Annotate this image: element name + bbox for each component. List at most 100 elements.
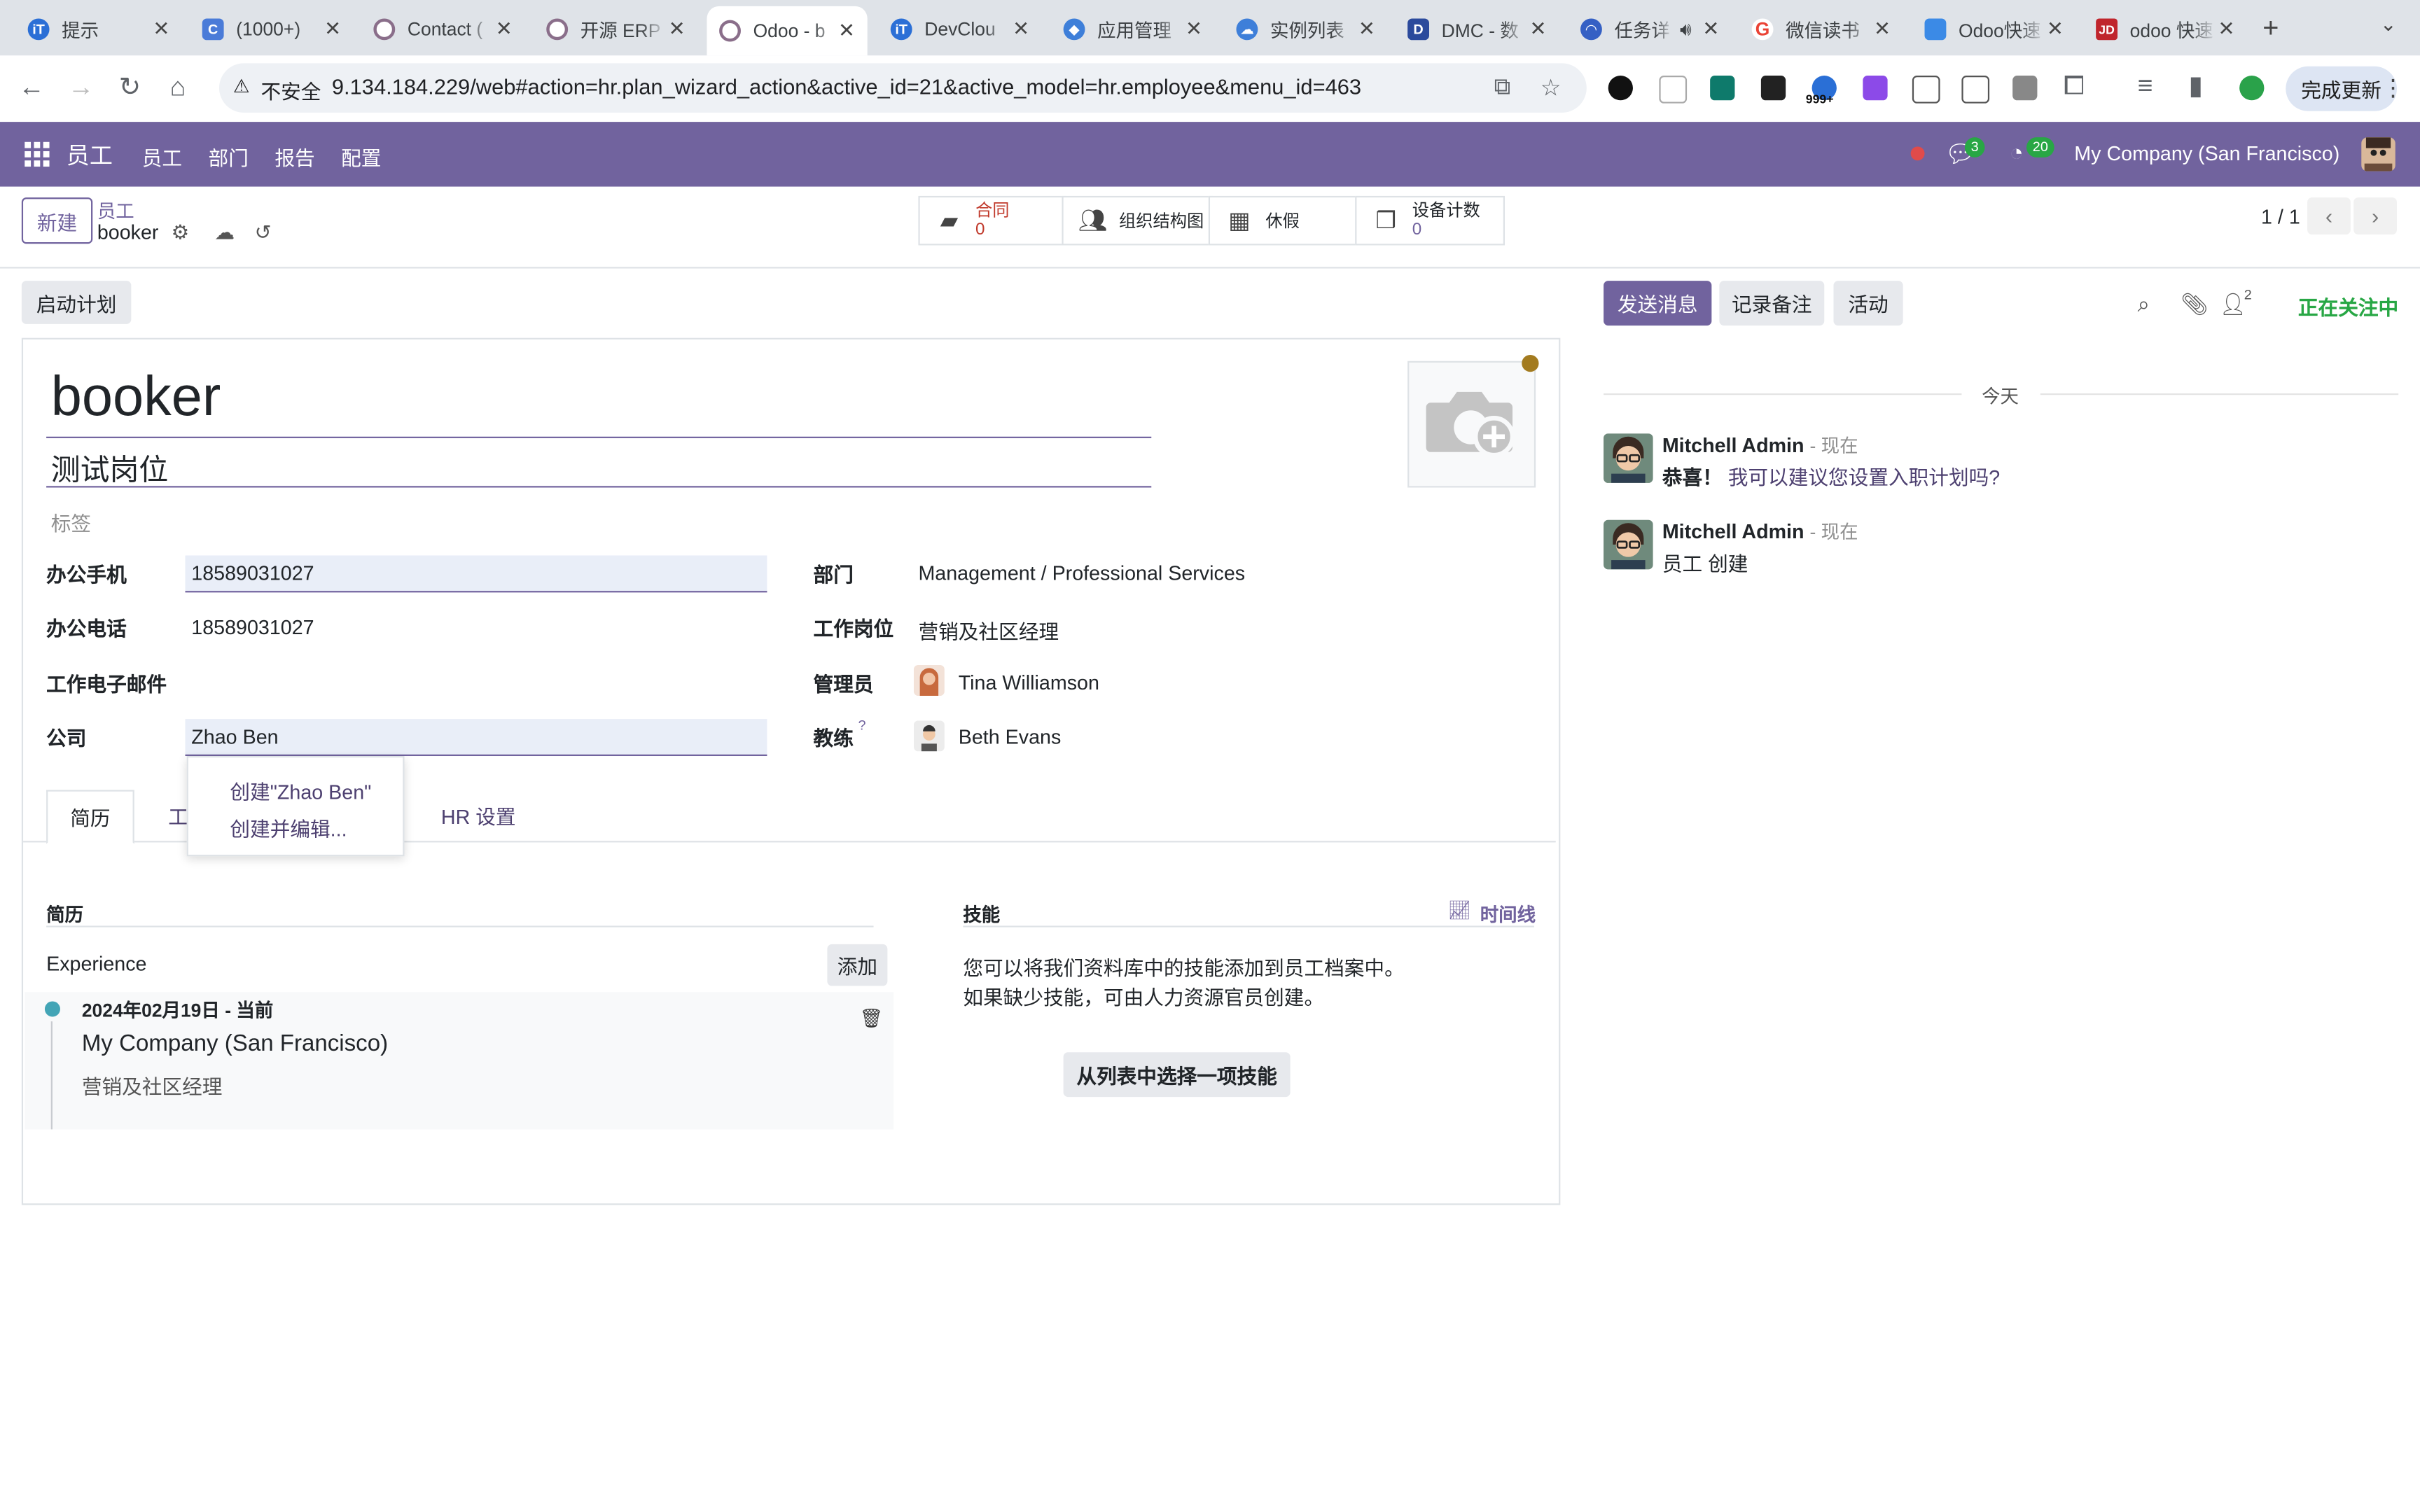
browser-tab[interactable]: G 微信读书 ✕ [1751,9,1891,49]
send-message-button[interactable]: 发送消息 [1604,281,1712,326]
kebab-menu-icon[interactable]: ⋮ [2381,74,2405,102]
address-bar[interactable]: ⚠ 不安全 9.134.184.229/web#action=hr.plan_w… [218,63,1587,113]
message-author-avatar[interactable] [1604,433,1653,483]
extension-reader-icon[interactable] [1912,76,1940,104]
browser-tab[interactable]: Contact ( ✕ [373,9,513,49]
activity-button[interactable]: 活动 [1833,281,1903,326]
browser-tab[interactable]: Odoo快速 ✕ [1924,9,2064,49]
discard-undo-icon[interactable]: ↺ [255,220,272,245]
tab-close-icon[interactable]: ✕ [2218,17,2234,41]
reload-icon[interactable]: ↻ [119,73,141,104]
forward-arrow-icon[interactable]: → [68,73,94,104]
menu-employees[interactable]: 员工 [142,142,182,172]
extension-copy-icon[interactable] [1659,76,1688,104]
tab-search-chevron-icon[interactable]: ⌄ [2380,13,2397,37]
employee-name-input[interactable]: booker [51,364,221,429]
speaker-icon[interactable]: 🔊︎ [1680,18,1692,41]
tab-close-icon[interactable]: ✕ [1874,17,1891,41]
extension-icon[interactable] [1608,76,1633,101]
manager-input[interactable]: Tina Williamson [959,671,1099,694]
smart-button-contracts[interactable]: ▰ 合同 0 [918,195,1067,246]
side-panel-icon[interactable]: ▮ [2188,71,2203,102]
tab-close-icon[interactable]: ✕ [838,18,855,43]
smart-button-org-chart[interactable]: 👥︎ 组织结构图 [1062,195,1214,246]
browser-tab[interactable]: iT DevClou ✕ [890,9,1029,49]
tab-close-icon[interactable]: ✕ [1185,17,1202,41]
tab-close-icon[interactable]: ✕ [669,17,686,41]
browser-tab[interactable]: ☁ 实例列表 ✕ [1236,9,1375,49]
extension-mk-icon[interactable] [1760,76,1786,101]
menu-reporting[interactable]: 报告 [274,142,314,172]
menu-configuration[interactable]: 配置 [341,142,381,172]
tags-field[interactable]: 标签 [51,507,91,537]
url-text[interactable]: 9.134.184.229/web#action=hr.plan_wizard_… [332,74,1361,99]
company-switcher[interactable]: My Company (San Francisco) [2074,142,2339,165]
autocomplete-create-option[interactable]: 创建"Zhao Ben" [230,776,371,806]
smart-button-equipment[interactable]: ❒ 设备计数 0 [1355,195,1505,246]
mobile-phone-input[interactable]: 18589031027 [185,555,767,593]
job-position-input[interactable]: 营销及社区经理 [918,615,1059,645]
tab-close-icon[interactable]: ✕ [1013,17,1029,41]
work-phone-input[interactable]: 18589031027 [191,615,314,638]
pager-value[interactable]: 1 / 1 [2261,205,2300,228]
smart-button-time-off[interactable]: ▦ 休假 [1208,195,1360,246]
back-arrow-icon[interactable]: ← [18,73,44,104]
following-toggle[interactable]: 正在关注中 [2298,292,2398,321]
job-title-input[interactable]: 测试岗位 [51,447,169,489]
log-note-button[interactable]: 记录备注 [1719,281,1825,326]
new-record-button[interactable]: 新建 [21,197,93,244]
tab-hr-settings[interactable]: HR 设置 [428,790,529,841]
browser-tab[interactable]: ◠ 任务详 🔊︎ ✕ [1580,9,1719,49]
tab-resume[interactable]: 简历 [46,790,134,844]
extension-gray-icon[interactable] [2012,76,2038,101]
timeline-toggle[interactable]: 时间线 [1480,901,1536,927]
new-tab-icon[interactable]: + [2262,13,2279,45]
app-brand[interactable]: 员工 [67,139,113,171]
browser-tab-active[interactable]: Odoo - b ✕ [707,6,868,56]
add-resume-line-button[interactable]: 添加 [827,944,888,986]
tab-close-icon[interactable]: ✕ [1702,17,1719,41]
user-avatar[interactable] [2361,137,2395,172]
tab-close-icon[interactable]: ✕ [324,17,341,41]
extension-book-icon[interactable] [1710,76,1735,101]
extension-purple-icon[interactable] [1863,76,1888,101]
browser-tab[interactable]: D DMC - 数 ✕ [1407,9,1547,49]
media-controls-icon[interactable]: ≡ [2138,71,2153,102]
message-author[interactable]: Mitchell Admin - 现在 [1662,519,1858,545]
launch-plan-button[interactable]: 启动计划 [21,281,132,324]
tab-close-icon[interactable]: ✕ [153,17,169,41]
profile-avatar-icon[interactable] [2239,76,2265,101]
not-secure-label[interactable]: 不安全 [260,76,321,105]
department-input[interactable]: Management / Professional Services [918,561,1245,584]
search-icon[interactable]: ⌕ [2138,292,2150,318]
coach-input[interactable]: Beth Evans [959,725,1062,748]
message-author[interactable]: Mitchell Admin - 现在 [1662,432,1858,458]
pick-skill-button[interactable]: 从列表中选择一项技能 [1063,1052,1291,1098]
tab-close-icon[interactable]: ✕ [1358,17,1375,41]
coach-help-icon[interactable]: ? [858,718,865,733]
bookmark-star-icon[interactable]: ☆ [1541,74,1562,102]
tab-close-icon[interactable]: ✕ [2047,17,2064,41]
trash-icon[interactable]: 🗑︎ [860,1007,884,1029]
pager-previous-icon[interactable]: ‹ [2307,197,2351,235]
activity-clock-icon[interactable]: ◔ [2010,141,2024,167]
browser-tab[interactable]: ◆ 应用管理 ✕ [1063,9,1202,49]
autocomplete-create-edit-option[interactable]: 创建并编辑... [230,813,347,843]
gear-icon[interactable]: ⚙ [172,220,190,245]
message-author-avatar[interactable] [1604,519,1653,570]
browser-tab[interactable]: JD odoo 快速 ✕ [2096,9,2235,49]
extension-h1-icon[interactable] [1961,76,1990,104]
browser-tab[interactable]: iT 提示 ✕ [27,9,169,49]
menu-departments[interactable]: 部门 [209,142,249,172]
apps-grid-icon[interactable] [25,141,50,167]
work-email-input[interactable] [191,671,763,696]
company-input[interactable]: Zhao Ben [185,719,767,757]
paperclip-icon[interactable]: 📎︎ [2181,292,2208,318]
update-browser-button[interactable]: 完成更新 [2286,66,2397,111]
home-icon[interactable]: ⌂ [169,73,186,104]
save-cloud-icon[interactable]: ☁ [214,220,235,245]
browser-tab[interactable]: C (1000+) ✕ [202,9,341,49]
tab-close-icon[interactable]: ✕ [496,17,513,41]
browser-tab[interactable]: 开源 ERP ✕ [546,9,686,49]
tab-close-icon[interactable]: ✕ [1529,17,1546,41]
